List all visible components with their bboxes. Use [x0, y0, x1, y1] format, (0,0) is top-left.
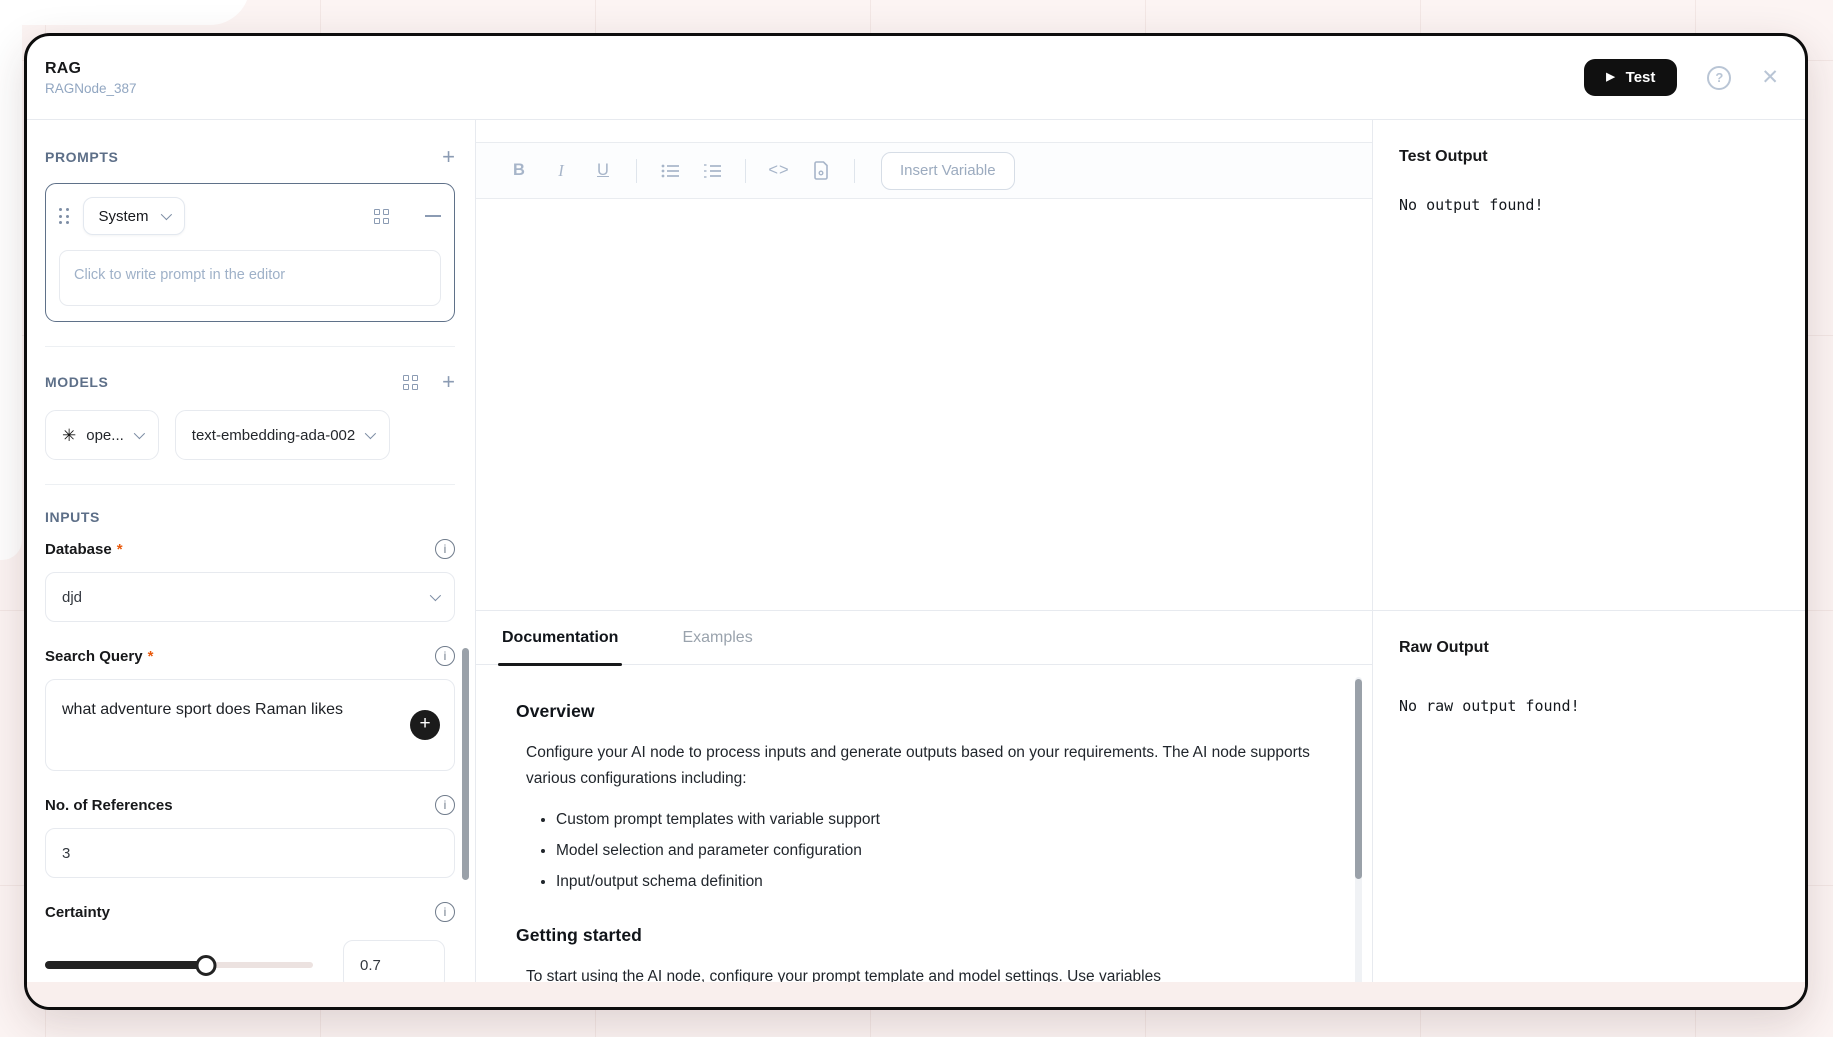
node-title: RAG — [45, 60, 137, 78]
model-select[interactable]: text-embedding-ada-002 — [175, 410, 390, 460]
required-asterisk: * — [148, 648, 154, 665]
tab-documentation[interactable]: Documentation — [502, 629, 618, 664]
model-value: text-embedding-ada-002 — [192, 427, 355, 444]
bullet-list-icon[interactable] — [653, 154, 687, 188]
info-icon[interactable]: i — [435, 795, 455, 815]
add-model-button[interactable]: + — [442, 371, 455, 393]
docs-scrollbar[interactable] — [1355, 679, 1362, 879]
bold-button[interactable]: B — [502, 154, 536, 188]
references-input[interactable]: 3 — [45, 828, 455, 878]
modal-bottom-clip — [27, 982, 1805, 1007]
numbered-list-icon[interactable] — [695, 154, 729, 188]
output-panel: Test Output No output found! Raw Output … — [1373, 120, 1805, 1004]
database-select[interactable]: djd — [45, 572, 455, 622]
references-label: No. of References — [45, 797, 173, 814]
raw-output-title: Raw Output — [1399, 639, 1779, 657]
provider-value: ope... — [86, 427, 124, 444]
chevron-down-icon — [134, 428, 145, 439]
certainty-slider-fill — [45, 961, 206, 969]
provider-select[interactable]: ✳ ope... — [45, 410, 159, 460]
database-label: Database — [45, 541, 112, 558]
certainty-value: 0.7 — [360, 957, 381, 974]
chevron-down-icon — [430, 590, 441, 601]
certainty-label: Certainty — [45, 904, 110, 921]
inputs-section-label: INPUTS — [45, 509, 455, 525]
getting-started-heading: Getting started — [516, 925, 1328, 946]
code-button[interactable]: <> — [762, 154, 796, 188]
test-output-empty-message: No output found! — [1399, 196, 1779, 214]
file-icon[interactable] — [804, 154, 838, 188]
node-id: RAGNode_387 — [45, 81, 137, 96]
info-icon[interactable]: i — [435, 539, 455, 559]
raw-output-empty-message: No raw output found! — [1399, 697, 1779, 715]
prompt-editor-placeholder[interactable]: Click to write prompt in the editor — [59, 250, 441, 306]
close-icon[interactable]: ✕ — [1761, 67, 1779, 88]
background-canvas-node — [0, 0, 250, 25]
background-canvas-node-left — [0, 0, 22, 560]
search-query-value: what adventure sport does Raman likes — [62, 701, 343, 718]
tab-examples[interactable]: Examples — [682, 629, 752, 664]
add-prompt-button[interactable]: + — [442, 146, 455, 168]
chevron-down-icon — [160, 209, 171, 220]
documentation-content: Overview Configure your AI node to proce… — [476, 665, 1372, 1004]
divider — [45, 484, 455, 485]
search-query-input[interactable]: what adventure sport does Raman likes + — [45, 679, 455, 771]
rag-node-modal: RAG RAGNode_387 ▶ Test ? ✕ PROMPTS + — [24, 33, 1808, 1010]
prompt-role-value: System — [99, 208, 149, 225]
test-output-title: Test Output — [1399, 148, 1779, 166]
references-value: 3 — [62, 845, 70, 862]
prompt-editor-canvas[interactable] — [476, 199, 1372, 610]
bullet-item: Model selection and parameter configurat… — [556, 842, 1328, 860]
expand-grid-icon[interactable] — [374, 209, 389, 224]
overview-bullet-list: Custom prompt templates with variable su… — [516, 811, 1328, 891]
modal-header: RAG RAGNode_387 ▶ Test ? ✕ — [27, 36, 1805, 120]
prompts-section-label: PROMPTS — [45, 149, 118, 165]
test-button[interactable]: ▶ Test — [1584, 59, 1677, 96]
config-panel-scrollbar[interactable] — [462, 648, 469, 880]
bullet-item: Input/output schema definition — [556, 873, 1328, 891]
prompt-card: System Click to write prompt in the edit… — [45, 183, 455, 322]
info-icon[interactable]: i — [435, 902, 455, 922]
italic-button[interactable]: I — [544, 154, 578, 188]
toolbar-separator — [854, 159, 855, 183]
prompt-role-select[interactable]: System — [83, 197, 185, 235]
openai-logo-icon: ✳ — [62, 427, 76, 444]
remove-prompt-icon[interactable] — [425, 215, 441, 217]
toolbar-separator — [636, 159, 637, 183]
underline-button[interactable]: U — [586, 154, 620, 188]
required-asterisk: * — [117, 541, 123, 558]
overview-paragraph: Configure your AI node to process inputs… — [516, 740, 1328, 791]
editor-toolbar: B I U — [476, 142, 1372, 199]
help-icon[interactable]: ? — [1707, 66, 1731, 90]
bullet-item: Custom prompt templates with variable su… — [556, 811, 1328, 829]
toolbar-separator — [745, 159, 746, 183]
chevron-down-icon — [365, 428, 376, 439]
certainty-slider[interactable] — [45, 955, 313, 975]
search-query-label: Search Query — [45, 648, 143, 665]
database-value: djd — [62, 589, 82, 606]
editor-column: B I U — [476, 120, 1372, 1004]
test-button-label: Test — [1626, 69, 1656, 86]
overview-heading: Overview — [516, 701, 1328, 722]
drag-handle-icon[interactable] — [59, 208, 69, 224]
add-variable-icon[interactable]: + — [410, 710, 440, 740]
config-panel: PROMPTS + System — [27, 120, 475, 1004]
divider — [45, 346, 455, 347]
info-icon[interactable]: i — [435, 646, 455, 666]
models-grid-icon[interactable] — [403, 375, 418, 390]
play-icon: ▶ — [1606, 72, 1614, 83]
certainty-slider-handle[interactable] — [195, 955, 216, 976]
insert-variable-button[interactable]: Insert Variable — [881, 152, 1015, 190]
models-section-label: MODELS — [45, 374, 109, 390]
